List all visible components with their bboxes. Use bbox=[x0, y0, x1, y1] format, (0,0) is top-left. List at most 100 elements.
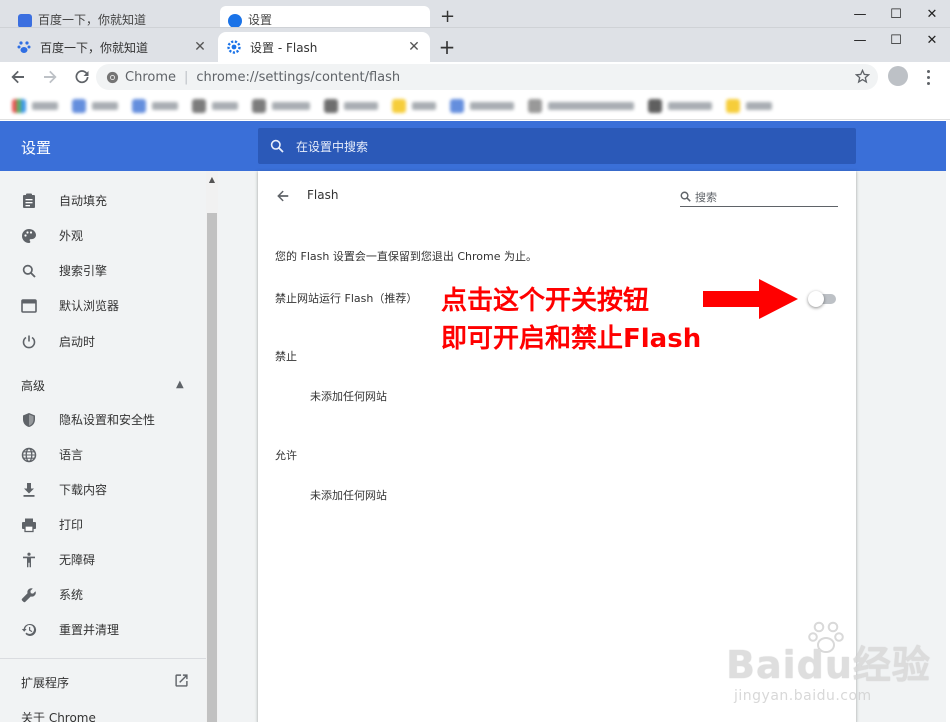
bookmark-item[interactable] bbox=[324, 98, 378, 113]
sidebar-item-label: 外观 bbox=[59, 229, 84, 243]
folder-icon bbox=[726, 98, 740, 113]
bookmark-item[interactable] bbox=[192, 98, 238, 113]
sidebar-item-languages[interactable]: 语言 bbox=[0, 437, 206, 472]
open-in-new-icon[interactable] bbox=[174, 673, 189, 692]
sidebar-item-label: 无障碍 bbox=[59, 553, 96, 567]
chevron-up-icon[interactable]: ▲ bbox=[176, 379, 184, 390]
search-icon bbox=[680, 191, 691, 202]
window-edge bbox=[946, 121, 950, 722]
bookmark-item[interactable] bbox=[648, 98, 712, 113]
bookmark-item[interactable] bbox=[252, 98, 310, 113]
menu-dots-icon[interactable] bbox=[918, 66, 938, 88]
back-arrow-icon[interactable] bbox=[274, 187, 292, 205]
gear-icon bbox=[228, 14, 242, 27]
sidebar-item-printing[interactable]: 打印 bbox=[0, 507, 206, 542]
tutorial-annotation: 点击这个开关按钮 即可开启和禁止Flash bbox=[441, 282, 701, 358]
scroll-up-icon[interactable]: ▲ bbox=[206, 173, 218, 185]
watermark-logo: Baidu经验 bbox=[726, 643, 931, 687]
sidebar-item-label: 搜索引擎 bbox=[59, 264, 108, 278]
omnibox-separator: | bbox=[184, 69, 189, 85]
omnibox-url[interactable]: chrome://settings/content/flash bbox=[196, 70, 400, 85]
bookmark-item[interactable] bbox=[726, 98, 772, 113]
bookmark-item[interactable] bbox=[450, 98, 514, 113]
sidebar-item-autofill[interactable]: 自动填充 bbox=[0, 183, 206, 218]
sidebar-item-accessibility[interactable]: 无障碍 bbox=[0, 542, 206, 577]
tab-title: 设置 - Flash bbox=[250, 40, 318, 55]
download-icon bbox=[20, 481, 38, 499]
tab-settings-flash[interactable]: 设置 - Flash ✕ bbox=[218, 32, 430, 62]
close-icon[interactable]: ✕ bbox=[914, 26, 950, 54]
reload-icon[interactable] bbox=[68, 63, 96, 91]
bookmark-item[interactable] bbox=[12, 98, 58, 113]
sidebar-item-system[interactable]: 系统 bbox=[0, 577, 206, 612]
watermark-url: jingyan.baidu.com bbox=[734, 688, 872, 704]
sidebar-item-about-chrome[interactable]: 关于 Chrome bbox=[21, 709, 96, 722]
browser-icon bbox=[20, 297, 38, 315]
settings-search-placeholder: 在设置中搜索 bbox=[296, 139, 369, 154]
bookmark-favicon-icon bbox=[450, 98, 464, 113]
browser-screenshot: 百度一下，你就知道 设置 + — ☐ ✕ 百度一下，你就知道 ✕ 设置 - Fl… bbox=[0, 0, 950, 722]
bookmark-favicon-icon bbox=[252, 98, 266, 113]
subpage-search-input[interactable]: 搜索 bbox=[680, 187, 838, 207]
block-section-title: 禁止 bbox=[275, 350, 297, 363]
sidebar-item-reset[interactable]: 重置并清理 bbox=[0, 612, 206, 647]
sidebar-item-downloads[interactable]: 下载内容 bbox=[0, 472, 206, 507]
scrollbar-thumb[interactable] bbox=[207, 213, 217, 722]
allow-empty-message: 未添加任何网站 bbox=[310, 489, 387, 502]
maximize-icon[interactable]: ☐ bbox=[878, 0, 914, 27]
back-arrow-icon[interactable] bbox=[4, 63, 32, 91]
background-tab-title: 百度一下，你就知道 bbox=[38, 13, 147, 27]
close-icon[interactable]: ✕ bbox=[914, 0, 950, 27]
sidebar-item-label: 下载内容 bbox=[59, 483, 108, 497]
bookmark-item[interactable] bbox=[132, 98, 178, 113]
sidebar-item-extensions[interactable]: 扩展程序 bbox=[21, 674, 69, 691]
background-tab[interactable]: 百度一下，你就知道 bbox=[10, 6, 210, 27]
sidebar-item-appearance[interactable]: 外观 bbox=[0, 218, 206, 253]
annotation-line-2: 即可开启和禁止Flash bbox=[441, 324, 702, 354]
block-empty-message: 未添加任何网站 bbox=[310, 390, 387, 403]
bookmark-item[interactable] bbox=[528, 98, 634, 113]
maximize-icon[interactable]: ☐ bbox=[878, 26, 914, 54]
settings-sidebar: 自动填充 外观 搜索引擎 默认浏览器 启动时 高级 ▲ 隐私设置和安全性 语言 … bbox=[0, 171, 206, 722]
tab-baidu[interactable]: 百度一下，你就知道 ✕ bbox=[8, 32, 216, 62]
sidebar-item-on-startup[interactable]: 启动时 bbox=[0, 324, 206, 359]
baidu-jingyan-watermark: Baidu经验 jingyan.baidu.com bbox=[726, 618, 936, 718]
red-arrow-icon bbox=[703, 279, 798, 319]
background-tab[interactable]: 设置 bbox=[220, 6, 430, 27]
block-flash-toggle[interactable] bbox=[808, 291, 836, 307]
baidu-paw-icon bbox=[18, 14, 32, 27]
new-tab-icon[interactable]: + bbox=[436, 35, 458, 59]
printer-icon bbox=[20, 516, 38, 534]
search-icon bbox=[270, 139, 284, 153]
bookmark-favicon-icon bbox=[72, 98, 86, 113]
omnibox[interactable]: Chrome | chrome://settings/content/flash bbox=[96, 64, 878, 90]
sidebar-scrollbar[interactable]: ▲ bbox=[206, 171, 218, 722]
tab-close-icon[interactable]: ✕ bbox=[190, 37, 210, 57]
bookmark-item[interactable] bbox=[72, 98, 118, 113]
bookmark-item[interactable] bbox=[392, 98, 436, 113]
bookmark-star-icon[interactable] bbox=[854, 68, 871, 88]
tab-title: 百度一下，你就知道 bbox=[40, 40, 149, 55]
settings-search-input[interactable]: 在设置中搜索 bbox=[258, 128, 856, 164]
power-icon bbox=[20, 333, 38, 351]
sidebar-item-label: 默认浏览器 bbox=[59, 299, 120, 313]
forward-arrow-icon[interactable] bbox=[36, 63, 64, 91]
tab-close-icon[interactable]: ✕ bbox=[404, 37, 424, 57]
minimize-icon[interactable]: — bbox=[842, 0, 878, 27]
background-window-controls: — ☐ ✕ bbox=[842, 0, 950, 27]
page-title: 设置 bbox=[21, 139, 52, 157]
background-new-tab-icon[interactable]: + bbox=[440, 6, 455, 27]
sidebar-advanced-label[interactable]: 高级 bbox=[21, 377, 45, 394]
sidebar-item-search-engine[interactable]: 搜索引擎 bbox=[0, 253, 206, 288]
bookmark-favicon-icon bbox=[648, 98, 662, 113]
settings-header: 设置 在设置中搜索 bbox=[0, 121, 946, 171]
sidebar-item-privacy[interactable]: 隐私设置和安全性 bbox=[0, 402, 206, 437]
sidebar-item-default-browser[interactable]: 默认浏览器 bbox=[0, 288, 206, 323]
window-controls: — ☐ ✕ bbox=[842, 26, 950, 54]
bookmark-favicon-icon bbox=[528, 98, 542, 113]
globe-icon bbox=[20, 446, 38, 464]
bookmark-favicon-icon bbox=[192, 98, 206, 113]
minimize-icon[interactable]: — bbox=[842, 26, 878, 54]
profile-avatar-icon[interactable] bbox=[888, 66, 908, 86]
bookmark-favicon-icon bbox=[132, 98, 146, 113]
